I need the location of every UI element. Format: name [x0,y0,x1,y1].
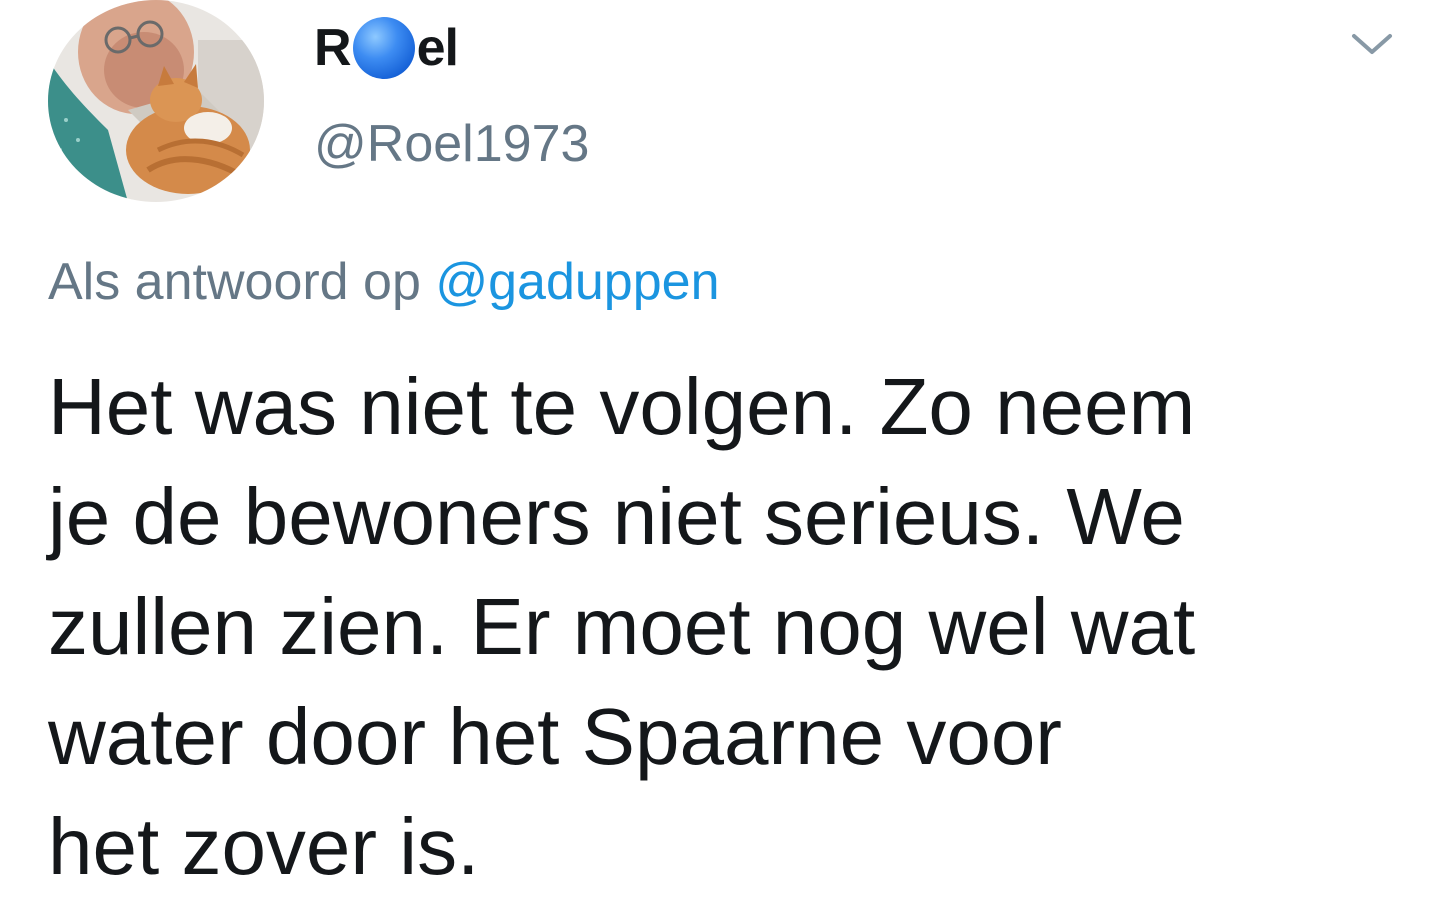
reply-prefix: Als antwoord op [48,253,436,311]
blue-circle-emoji [352,17,415,79]
avatar[interactable] [48,0,264,202]
display-name-end: el [416,19,459,77]
display-name[interactable]: R el [314,16,459,80]
chevron-down-icon[interactable] [1350,28,1394,60]
display-name-start: R [314,19,352,77]
tweet: R el @Roel1973 Als antwoord op @gaduppen… [0,0,1440,902]
user-handle[interactable]: @Roel1973 [314,118,589,170]
avatar-photo [48,0,264,202]
reply-mention-link[interactable]: @gaduppen [435,253,719,311]
tweet-text: Het was niet te volgen. Zo neem je de be… [48,362,1196,891]
reply-context: Als antwoord op @gaduppen [48,256,720,308]
